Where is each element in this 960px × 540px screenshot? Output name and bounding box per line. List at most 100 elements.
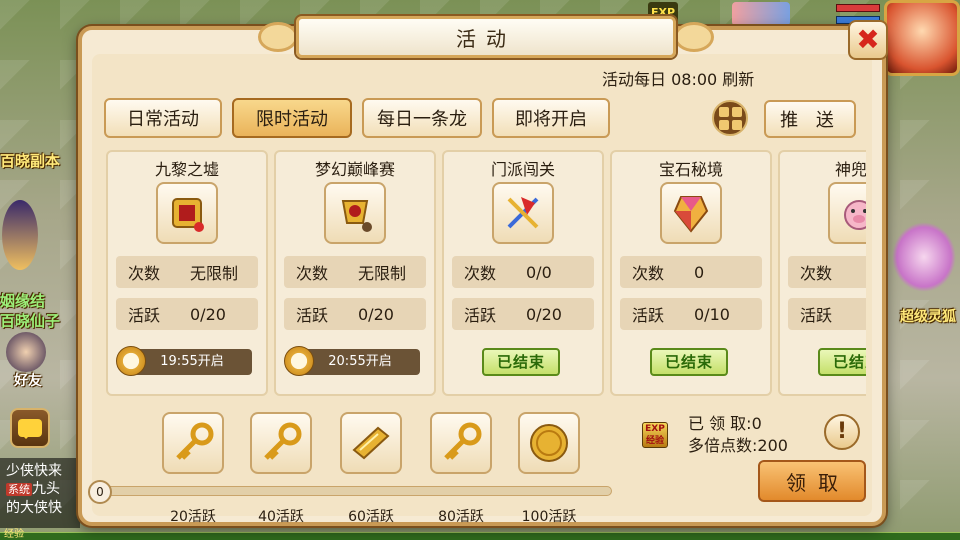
- hp-bar: [836, 4, 880, 12]
- activity-card[interactable]: 神兜兜 次数 活跃 已结束: [778, 150, 866, 396]
- activity-name: 九黎之墟: [154, 160, 219, 179]
- info-button[interactable]: !: [824, 414, 860, 450]
- count-label: 次数: [800, 264, 833, 283]
- clock-icon: [116, 346, 146, 376]
- friends-avatar[interactable]: [6, 332, 46, 372]
- count-row: 次数 无限制: [116, 256, 258, 288]
- chat-button[interactable]: [10, 408, 50, 448]
- golden-key-icon: [444, 422, 482, 460]
- count-label: 次数: [296, 264, 329, 283]
- dungeon-label[interactable]: 百晓副本: [0, 150, 60, 171]
- reward-slot[interactable]: [430, 412, 492, 474]
- reward-slot[interactable]: [518, 412, 580, 474]
- activity-name: 门派闯关: [490, 160, 555, 179]
- reward-slot[interactable]: [162, 412, 224, 474]
- crossed-flags-icon[interactable]: [492, 182, 554, 244]
- activity-card[interactable]: 九黎之墟 次数 无限制 活跃 0/20 19:55开启: [106, 150, 268, 396]
- open-time-badge: 19:55开启: [116, 346, 258, 378]
- experience-bar: [0, 532, 960, 540]
- progress-value: 0: [88, 480, 112, 504]
- tab-daily[interactable]: 日常活动: [104, 98, 222, 138]
- count-row: 次数 0: [620, 256, 762, 288]
- count-label: 次数: [632, 264, 665, 283]
- reward-threshold-label: 80活跃: [438, 509, 484, 525]
- activity-progress-bar: [92, 486, 612, 496]
- active-label: 活跃: [632, 306, 665, 325]
- refresh-note: 活动每日 08:00 刷新: [602, 70, 755, 89]
- active-label: 活跃: [296, 306, 329, 325]
- activity-card[interactable]: 门派闯关 次数 0/0 活跃 0/20 已结束: [442, 150, 604, 396]
- player-avatar[interactable]: [884, 0, 960, 76]
- reward-slot[interactable]: [340, 412, 402, 474]
- pig-mascot-icon[interactable]: [828, 182, 866, 244]
- grid-menu-icon[interactable]: [712, 100, 748, 136]
- chat-line: 少侠快来: [6, 463, 62, 479]
- active-label: 活跃: [464, 306, 497, 325]
- reward-slot[interactable]: [250, 412, 312, 474]
- activity-name: 梦幻巅峰赛: [314, 160, 395, 179]
- pet-character[interactable]: [892, 222, 956, 292]
- count-row: 次数: [788, 256, 866, 288]
- clock-icon: [284, 346, 314, 376]
- active-label: 活跃: [800, 306, 833, 325]
- count-value: 0/0: [526, 262, 552, 282]
- ended-badge: 已结束: [650, 348, 728, 376]
- reward-threshold-label: 20活跃: [170, 509, 216, 525]
- open-time-text: 19:55开启: [132, 349, 252, 375]
- activity-card[interactable]: 宝石秘境 次数 0 活跃 0/10 已结束: [610, 150, 772, 396]
- reward-threshold-label: 100活跃: [521, 509, 577, 525]
- system-tag: 系统: [6, 483, 32, 496]
- golden-key-icon: [176, 422, 214, 460]
- reward-threshold-label: 40活跃: [258, 509, 304, 525]
- chat-bubble-icon: [18, 419, 42, 439]
- title-ornament-left: [258, 22, 298, 52]
- push-button[interactable]: 推 送: [764, 100, 856, 138]
- active-value: 0/10: [694, 304, 730, 324]
- close-icon: ✖: [856, 23, 880, 56]
- active-row: 活跃 0/20: [452, 298, 594, 330]
- chat-box[interactable]: 少侠快来 系统 九头 的大侠快: [0, 458, 80, 528]
- panel-title: 活动: [296, 16, 676, 58]
- buff-icon[interactable]: [732, 2, 790, 26]
- activity-name: 宝石秘境: [658, 160, 723, 179]
- activity-card-list[interactable]: 九黎之墟 次数 无限制 活跃 0/20 19:55开启 梦幻巅峰赛 次数 无限制 活跃…: [106, 150, 866, 396]
- gold-coin-icon: [530, 424, 568, 462]
- npc-character[interactable]: [2, 200, 38, 270]
- friends-label[interactable]: 好友: [14, 370, 42, 390]
- active-row: 活跃 0/20: [284, 298, 426, 330]
- active-row: 活跃 0/10: [620, 298, 762, 330]
- count-row: 次数 0/0: [452, 256, 594, 288]
- exp-book-icon[interactable]: EXP 经验: [642, 422, 668, 448]
- active-value: 0/20: [190, 304, 226, 324]
- claim-button[interactable]: 领取: [758, 460, 866, 502]
- ended-badge: 已结束: [482, 348, 560, 376]
- activity-panel: 活动 ✖ 活动每日 08:00 刷新 日常活动 限时活动 每日一条龙 即将开启 …: [78, 16, 888, 526]
- npc-name-label[interactable]: 百晓仙子: [0, 310, 60, 331]
- active-value: 0/20: [358, 304, 394, 324]
- scroll-seal-icon[interactable]: [156, 182, 218, 244]
- pet-name-label[interactable]: 超级灵狐: [900, 306, 956, 326]
- chat-line: 系统 九头: [6, 480, 74, 499]
- tab-daily-dragon[interactable]: 每日一条龙: [362, 98, 482, 138]
- count-label: 次数: [464, 264, 497, 283]
- close-button[interactable]: ✖: [848, 20, 888, 60]
- experience-label: 经验: [4, 529, 24, 540]
- chat-line: 的大侠快: [6, 500, 62, 516]
- tab-upcoming[interactable]: 即将开启: [492, 98, 610, 138]
- active-value: 0/20: [526, 304, 562, 324]
- ended-badge: 已结束: [818, 348, 866, 376]
- trophy-seal-icon[interactable]: [324, 182, 386, 244]
- claimed-count: 已 领 取:0: [688, 414, 762, 433]
- gold-bar-icon: [352, 426, 390, 460]
- gem-icon[interactable]: [660, 182, 722, 244]
- reward-threshold-label: 60活跃: [348, 509, 394, 525]
- open-time-text: 20:55开启: [300, 349, 420, 375]
- activity-card[interactable]: 梦幻巅峰赛 次数 无限制 活跃 0/20 20:55开启: [274, 150, 436, 396]
- active-row: 活跃: [788, 298, 866, 330]
- active-row: 活跃 0/20: [116, 298, 258, 330]
- tab-limited-time[interactable]: 限时活动: [232, 98, 352, 138]
- count-row: 次数 无限制: [284, 256, 426, 288]
- title-ornament-right: [674, 22, 714, 52]
- chat-text: 九头: [32, 481, 60, 497]
- golden-key-icon: [264, 422, 302, 460]
